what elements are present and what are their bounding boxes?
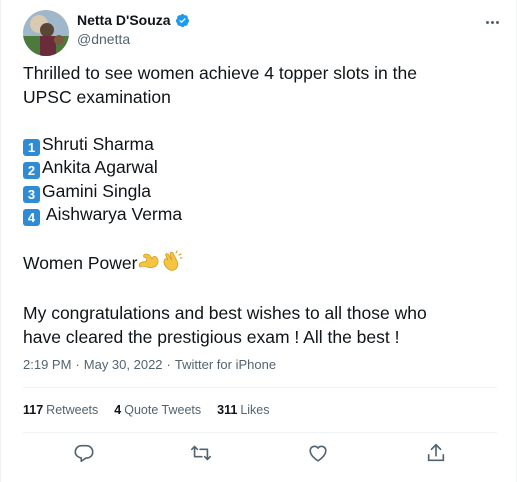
author-display-name[interactable]: Netta D'Souza <box>77 12 171 28</box>
topper-name: Ankita Agarwal <box>42 157 158 177</box>
topper-item: 1 Shruti Sharma <box>23 133 493 157</box>
more-icon[interactable] <box>482 13 502 31</box>
share-icon[interactable] <box>425 442 447 464</box>
topper-item: 4 Aishwarya Verma <box>23 203 493 227</box>
clapping-hands-icon <box>161 250 185 279</box>
tweet-card: Netta D'Souza @dnetta Thrilled to see wo… <box>0 0 517 482</box>
tweet-date[interactable]: May 30, 2022 <box>84 357 163 372</box>
topper-name: Aishwarya Verma <box>42 204 183 224</box>
verified-badge-icon <box>175 13 190 28</box>
meta-separator: · <box>166 357 171 372</box>
divider <box>23 387 497 388</box>
tweet-line: Women Power <box>23 250 493 279</box>
quotes-label: Quote Tweets <box>124 403 202 417</box>
avatar[interactable] <box>23 10 69 56</box>
topper-item: 3 Gamini Singla <box>23 180 493 204</box>
retweet-icon[interactable] <box>190 442 212 464</box>
likes-stat[interactable]: 311 Likes <box>217 403 269 417</box>
keycap-2-emoji: 2 <box>23 162 40 179</box>
topper-name: Gamini Singla <box>42 180 151 201</box>
retweets-stat[interactable]: 117 Retweets <box>23 403 98 417</box>
tweet-line: have cleared the prestigious exam ! All … <box>23 326 400 347</box>
author-handle[interactable]: @dnetta <box>77 31 130 47</box>
quote-tweets-stat[interactable]: 4 Quote Tweets <box>114 403 201 417</box>
topper-name: Shruti Sharma <box>42 133 154 154</box>
keycap-1-emoji: 1 <box>23 138 40 156</box>
divider <box>23 432 497 433</box>
meta-separator: · <box>75 357 80 372</box>
tweet-meta: 2:19 PM · May 30, 2022 · Twitter for iPh… <box>23 357 276 372</box>
tweet-actions <box>1 440 517 468</box>
tweet-stats: 117 Retweets 4 Quote Tweets 311 Likes <box>23 403 286 417</box>
tweet-line: UPSC examination <box>23 86 171 107</box>
tweet-line: Thrilled to see women achieve 4 topper s… <box>23 63 417 83</box>
retweets-label: Retweets <box>46 403 99 417</box>
like-icon[interactable] <box>307 442 329 464</box>
keycap-3-emoji: 3 <box>23 185 40 203</box>
tweet-time[interactable]: 2:19 PM <box>23 357 71 372</box>
tweet-source-link[interactable]: Twitter for iPhone <box>175 357 276 372</box>
quotes-count: 4 <box>114 403 122 417</box>
likes-count: 311 <box>217 403 238 417</box>
reply-icon[interactable] <box>73 442 95 464</box>
tweet-line: My congratulations and best wishes to al… <box>23 303 427 323</box>
author-name-row[interactable]: Netta D'Souza <box>77 12 190 28</box>
topper-item: 2 Ankita Agarwal <box>23 156 493 180</box>
likes-label: Likes <box>240 403 270 417</box>
flexed-biceps-icon <box>137 250 161 279</box>
tweet-text: Thrilled to see women achieve 4 topper s… <box>23 62 493 349</box>
women-power-text: Women Power <box>23 253 138 273</box>
keycap-4-emoji: 4 <box>23 209 40 226</box>
retweets-count: 117 <box>23 403 44 417</box>
